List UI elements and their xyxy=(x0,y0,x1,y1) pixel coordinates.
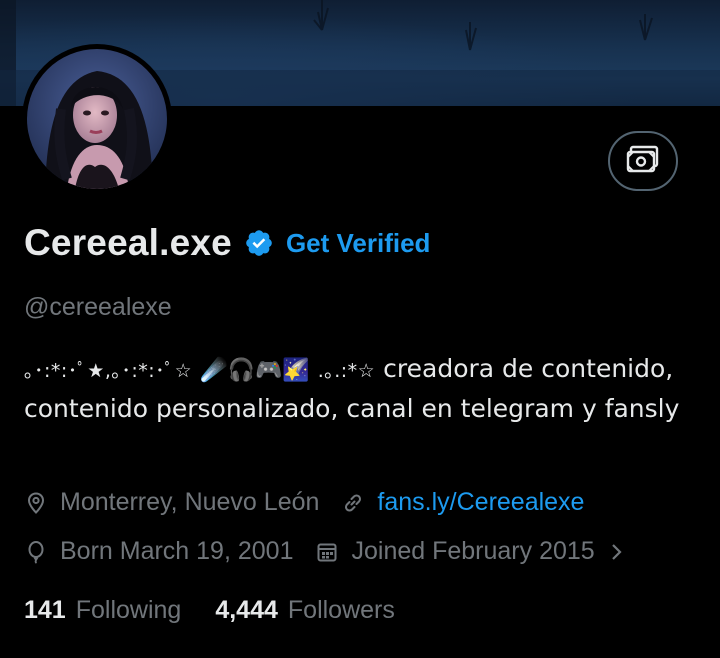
profile-meta-row-1: Monterrey, Nuevo León fans.ly/Cereealexe xyxy=(24,488,584,517)
website-link[interactable]: fans.ly/Cereealexe xyxy=(377,488,584,517)
location-text: Monterrey, Nuevo León xyxy=(60,488,320,516)
followers-label: Followers xyxy=(287,596,395,624)
username-handle: @cereealexe xyxy=(24,293,172,321)
display-name: Cereeal.exe xyxy=(24,222,232,263)
following-label: Following xyxy=(75,596,182,624)
follow-stats: 141 Following 4,444 Followers xyxy=(24,596,395,625)
bio-decoration-end: .｡.:*☆ xyxy=(317,360,376,382)
followers-count: 4,444 xyxy=(215,596,278,624)
bio-decoration-start: ｡･:*:･ﾟ★,｡･:*:･ﾟ☆ xyxy=(24,360,193,382)
chevron-right-icon[interactable] xyxy=(609,541,625,563)
following-count: 141 xyxy=(24,596,66,624)
get-verified-link[interactable]: Get Verified xyxy=(286,228,431,259)
money-icon xyxy=(626,144,660,179)
bio-emojis: ☄️🎧🎮🌠 xyxy=(200,358,310,383)
avatar-border xyxy=(22,44,172,194)
link-icon xyxy=(341,491,365,515)
following-link[interactable]: 141 Following xyxy=(24,596,181,625)
location-pin-icon xyxy=(24,491,48,515)
joined-text: Joined February 2015 xyxy=(351,537,595,565)
profile-meta-row-2: Born March 19, 2001 Joined February 2015 xyxy=(24,537,625,566)
avatar[interactable] xyxy=(27,49,167,189)
name-row: Cereeal.exe Get Verified xyxy=(24,219,430,267)
balloon-icon xyxy=(24,540,48,564)
calendar-icon xyxy=(315,540,339,564)
money-button[interactable] xyxy=(608,131,678,191)
birthday-text: Born March 19, 2001 xyxy=(60,537,294,565)
bio: ｡･:*:･ﾟ★,｡･:*:･ﾟ☆ ☄️🎧🎮🌠 .｡.:*☆ creadora … xyxy=(24,350,696,428)
followers-link[interactable]: 4,444 Followers xyxy=(215,596,395,625)
verified-badge-icon[interactable] xyxy=(244,228,274,258)
